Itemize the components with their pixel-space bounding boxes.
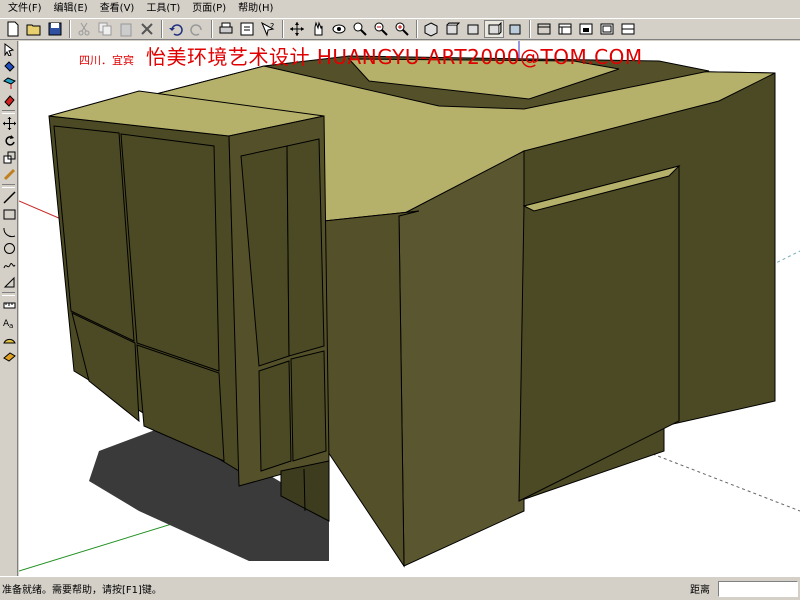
copy-icon[interactable] (95, 20, 115, 38)
new-file-icon[interactable] (3, 20, 23, 38)
context-help-icon[interactable]: ? (258, 20, 278, 38)
right-block-front (398, 150, 525, 567)
eraser-icon[interactable] (0, 92, 18, 109)
walk-icon[interactable] (329, 20, 349, 38)
back-view-icon[interactable] (505, 20, 525, 38)
side-panel-2 (286, 138, 325, 357)
main-toolbar: ? (0, 18, 800, 40)
menu-file[interactable]: 文件(F) (2, 1, 48, 17)
menu-tools[interactable]: 工具(T) (140, 1, 186, 17)
open-folder-icon[interactable] (24, 20, 44, 38)
toolbar-separator (529, 20, 531, 38)
tool-separator (2, 184, 15, 188)
zoom-extents-icon[interactable] (392, 20, 412, 38)
tool-separator (2, 292, 15, 296)
undo-icon[interactable] (166, 20, 186, 38)
menu-view[interactable]: 查看(V) (94, 1, 141, 17)
xray-icon[interactable] (534, 20, 554, 38)
toolbar-separator (161, 20, 163, 38)
toolbar-separator (282, 20, 284, 38)
side-panel-4 (290, 350, 327, 462)
rotate-icon[interactable] (0, 132, 18, 149)
wireframe-icon[interactable] (555, 20, 575, 38)
zoom-window-icon[interactable] (371, 20, 391, 38)
toolbar-separator (416, 20, 418, 38)
orbit-icon[interactable] (287, 20, 307, 38)
distance-label: 距离 (690, 585, 710, 596)
zoom-icon[interactable] (350, 20, 370, 38)
menu-edit[interactable]: 编辑(E) (48, 1, 94, 17)
delete-icon[interactable] (137, 20, 157, 38)
menu-page[interactable]: 页面(P) (186, 1, 232, 17)
save-icon[interactable] (45, 20, 65, 38)
select-arrow-icon[interactable] (0, 41, 18, 58)
tape-measure-icon[interactable] (0, 166, 18, 183)
svg-text:?: ? (270, 22, 274, 31)
banner-location: 四川．宜宾 (79, 54, 134, 67)
banner-title: 怡美环境艺术设计 HUANGYU-ART2000@TOM.COM (146, 45, 643, 69)
shaded-texture-icon[interactable] (618, 20, 638, 38)
hidden-line-icon[interactable] (576, 20, 596, 38)
menu-help[interactable]: 帮助(H) (232, 1, 279, 17)
tool-separator (2, 110, 15, 114)
pan-icon[interactable] (308, 20, 328, 38)
watermark-banner: 四川．宜宾 怡美环境艺术设计 HUANGYU-ART2000@TOM.COM (79, 41, 643, 69)
toolbar-separator (211, 20, 213, 38)
status-text: 准备就绪。需要帮助，请按[F1]键。 (2, 585, 162, 596)
line-icon[interactable] (0, 189, 18, 206)
top-view-icon[interactable] (442, 20, 462, 38)
print-icon[interactable] (216, 20, 236, 38)
cut-icon[interactable] (74, 20, 94, 38)
arc-icon[interactable] (0, 223, 18, 240)
left-toolbar: Aa (0, 41, 18, 576)
text-label-icon[interactable]: Aa (0, 314, 18, 331)
shaded-icon[interactable] (597, 20, 617, 38)
redo-icon[interactable] (187, 20, 207, 38)
rectangle-icon[interactable] (0, 206, 18, 223)
right-view-icon[interactable] (484, 20, 504, 38)
section-plane-icon[interactable] (0, 348, 18, 365)
svg-text:a: a (9, 322, 13, 329)
front-view-icon[interactable] (463, 20, 483, 38)
dimension-icon[interactable] (0, 297, 18, 314)
distance-input[interactable] (718, 580, 798, 597)
freehand-icon[interactable] (0, 257, 18, 274)
paste-icon[interactable] (116, 20, 136, 38)
scale-icon[interactable] (0, 149, 18, 166)
toolbar-separator (69, 20, 71, 38)
model-scene (19, 41, 800, 572)
polygon-icon[interactable] (0, 274, 18, 291)
menu-bar: 文件(F) 编辑(E) 查看(V) 工具(T) 页面(P) 帮助(H) (0, 0, 800, 18)
paint-bucket-icon[interactable] (0, 58, 18, 75)
component-icon[interactable] (0, 75, 18, 92)
move-icon[interactable] (0, 115, 18, 132)
3d-viewport[interactable]: 四川．宜宾 怡美环境艺术设计 HUANGYU-ART2000@TOM.COM (19, 41, 800, 576)
status-bar: 准备就绪。需要帮助，请按[F1]键。 距离 (0, 576, 800, 600)
side-panel-3 (258, 360, 292, 472)
model-info-icon[interactable] (237, 20, 257, 38)
iso-view-icon[interactable] (421, 20, 441, 38)
circle-icon[interactable] (0, 240, 18, 257)
protractor-icon[interactable] (0, 331, 18, 348)
